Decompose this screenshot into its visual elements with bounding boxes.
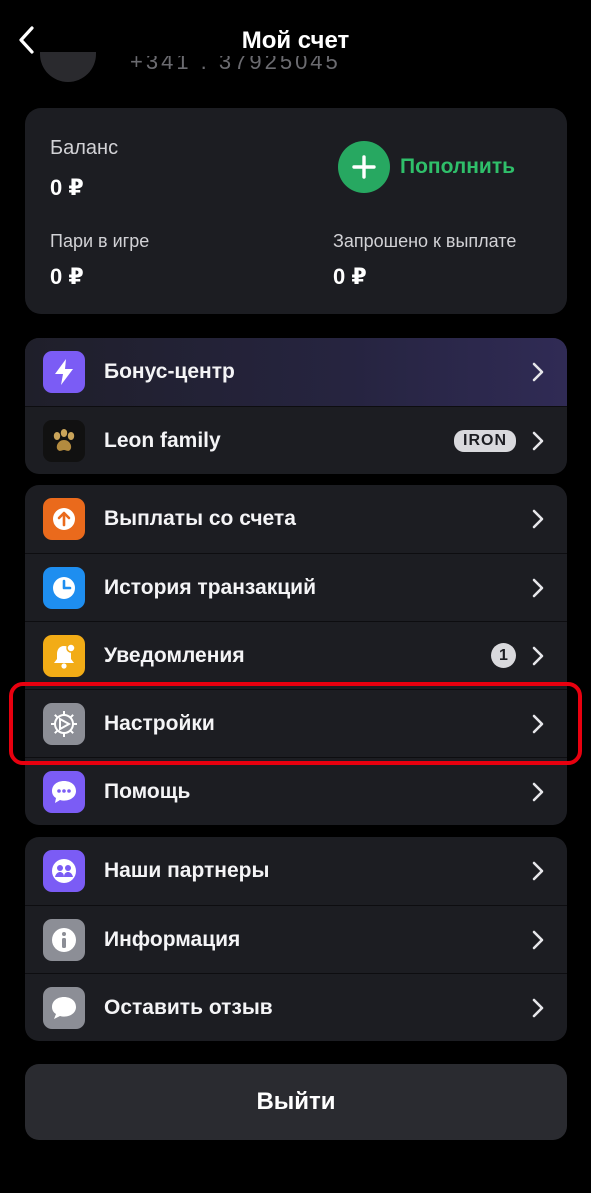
- menu-item-notifications[interactable]: Уведомления 1: [25, 621, 567, 689]
- chevron-right-icon: [526, 712, 550, 736]
- menu-item-withdrawals[interactable]: Выплаты со счета: [25, 485, 567, 553]
- clock-icon: [43, 566, 85, 609]
- menu-item-label: Оставить отзыв: [104, 995, 273, 1019]
- balance-card: Баланс 0 ₽ Пополнить Пари в игре 0 ₽ Зап…: [25, 108, 567, 314]
- menu-item-label: Уведомления: [104, 643, 245, 667]
- phone-number: +341 . 37925045: [130, 56, 341, 74]
- bell-icon: [43, 634, 85, 677]
- chevron-right-icon: [526, 360, 550, 384]
- info-group: Наши партнеры Информация Оставить отзыв: [25, 837, 567, 1041]
- withdraw-arrow-icon: [43, 498, 85, 540]
- chevron-right-icon: [526, 780, 550, 804]
- logout-button[interactable]: Выйти: [25, 1064, 567, 1140]
- chevron-right-icon: [526, 644, 550, 668]
- gear-icon: [43, 702, 85, 745]
- withdraw-request-value: 0 ₽: [333, 264, 367, 289]
- chevron-right-icon: [526, 859, 550, 883]
- lightning-icon: [43, 351, 85, 393]
- header: +341 . 37925045 Мой счет: [0, 0, 591, 82]
- bonus-group: Бонус-центр Leon family IRON: [25, 338, 567, 474]
- balance-label: Баланс: [50, 137, 119, 159]
- bets-value: 0 ₽: [50, 264, 84, 289]
- menu-item-label: Leon family: [104, 428, 221, 452]
- menu-item-settings[interactable]: Настройки: [25, 689, 567, 757]
- topup-label: Пополнить: [400, 155, 516, 178]
- menu-item-label: Настройки: [104, 711, 215, 735]
- notification-count-badge: 1: [491, 643, 516, 668]
- chevron-right-icon: [526, 429, 550, 453]
- menu-item-bonus-center[interactable]: Бонус-центр: [25, 338, 567, 406]
- chevron-right-icon: [526, 928, 550, 952]
- menu-item-label: Помощь: [104, 779, 191, 803]
- plus-icon: [338, 141, 390, 193]
- menu-item-label: Выплаты со счета: [104, 507, 296, 530]
- menu-item-information[interactable]: Информация: [25, 905, 567, 973]
- partners-icon: [43, 850, 85, 892]
- avatar: [40, 52, 96, 82]
- menu-item-label: Наши партнеры: [104, 859, 270, 882]
- chevron-right-icon: [526, 576, 550, 600]
- withdraw-request-label: Запрошено к выплате: [333, 231, 517, 251]
- menu-item-partners[interactable]: Наши партнеры: [25, 837, 567, 905]
- status-badge: IRON: [454, 429, 516, 452]
- menu-item-transaction-history[interactable]: История транзакций: [25, 553, 567, 621]
- menu-item-leon-family[interactable]: Leon family IRON: [25, 406, 567, 474]
- menu-item-label: История транзакций: [104, 575, 316, 599]
- menu-item-feedback[interactable]: Оставить отзыв: [25, 973, 567, 1041]
- feedback-bubble-icon: [43, 986, 85, 1029]
- chevron-right-icon: [526, 996, 550, 1020]
- page-title: Мой счет: [241, 27, 350, 54]
- info-icon: [43, 918, 85, 961]
- menu-item-help[interactable]: Помощь: [25, 757, 567, 825]
- topup-button[interactable]: Пополнить: [338, 141, 515, 193]
- paw-icon: [43, 419, 85, 462]
- chat-bubble-icon: [43, 770, 85, 813]
- balance-value: 0 ₽: [50, 175, 84, 200]
- account-group: Выплаты со счета История транзакций Увед…: [25, 485, 567, 825]
- chevron-right-icon: [526, 507, 550, 531]
- bets-label: Пари в игре: [50, 231, 150, 251]
- menu-item-label: Информация: [104, 927, 241, 951]
- menu-item-label: Бонус-центр: [104, 360, 235, 383]
